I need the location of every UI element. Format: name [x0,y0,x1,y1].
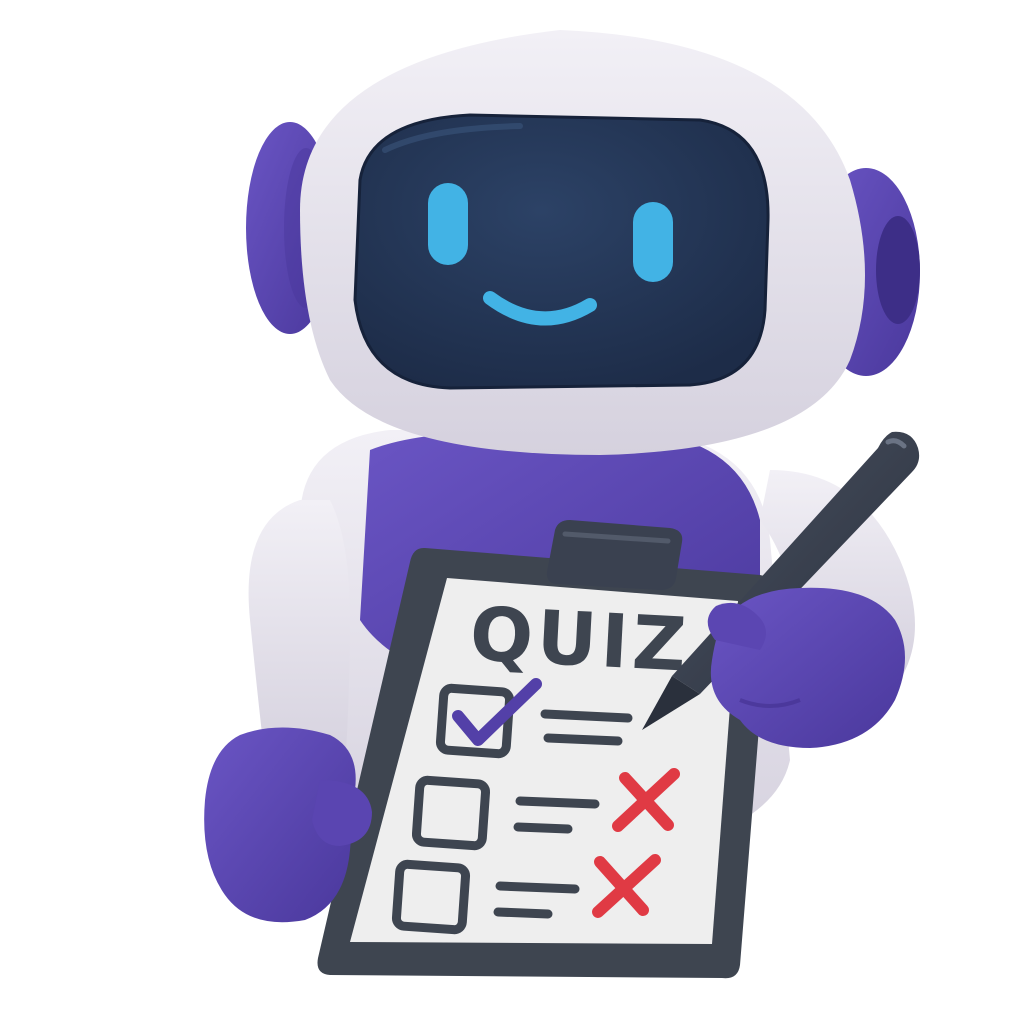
answer-line [495,881,580,894]
clipboard-clip-icon [546,520,683,590]
robot-visor [353,113,770,390]
answer-line [543,733,623,746]
robot-head [246,30,920,455]
robot-quiz-illustration: QUIZ [204,30,920,979]
answer-line [493,907,553,919]
quiz-title: QUIZ [468,591,692,688]
answer-line [515,796,600,809]
robot-right-eye-icon [633,202,673,282]
answer-line [540,709,633,723]
illustration-canvas: QUIZ [0,0,1024,1024]
answer-line [513,822,573,834]
robot-left-eye-icon [428,183,468,265]
